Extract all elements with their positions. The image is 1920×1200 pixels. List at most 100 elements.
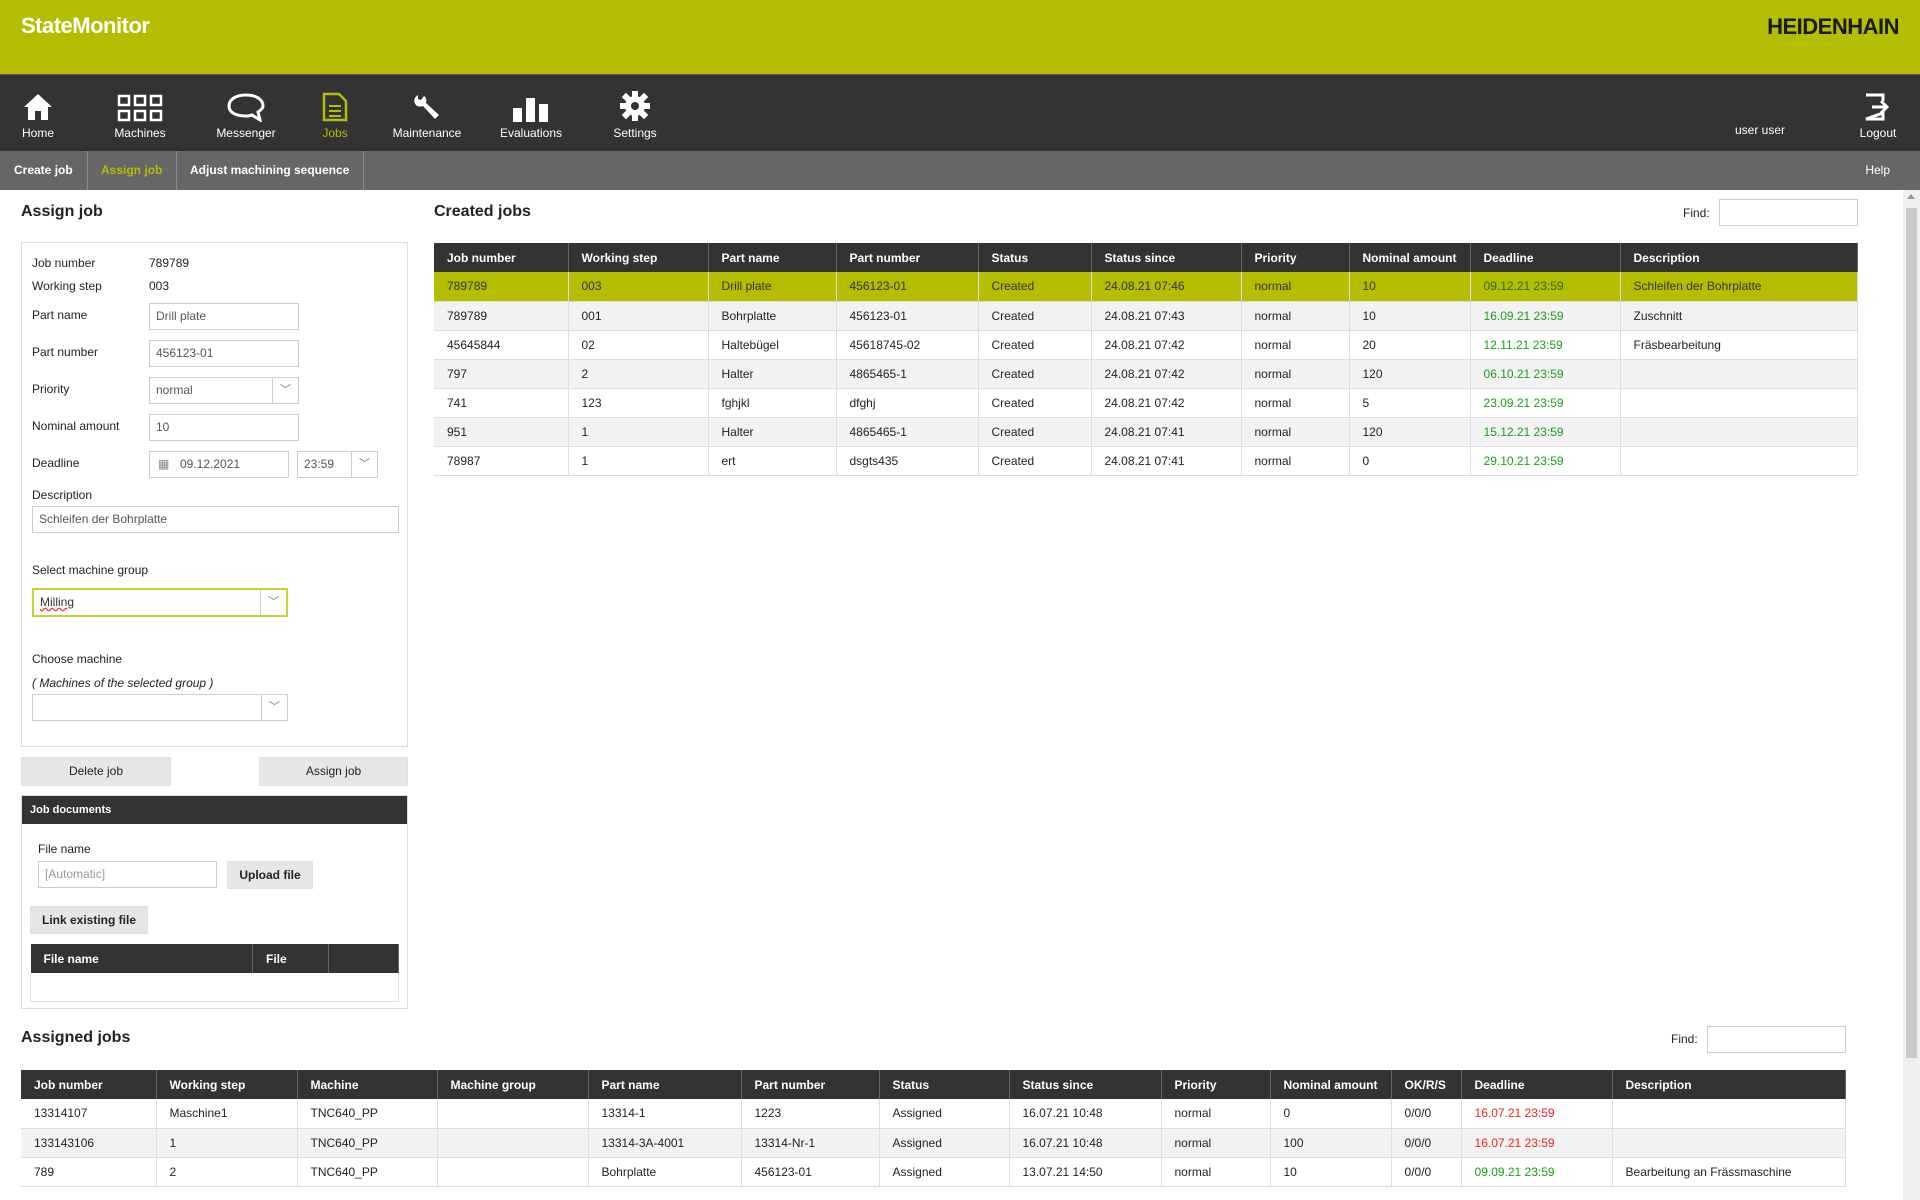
machine-select[interactable]: ﹀ <box>32 694 288 721</box>
column-header[interactable]: Machine group <box>437 1070 589 1099</box>
file-name-input[interactable]: [Automatic] <box>38 861 217 888</box>
table-cell: Schleifen der Bohrplatte <box>1620 272 1859 302</box>
part-number-input[interactable]: 456123-01 <box>149 340 299 367</box>
column-header[interactable]: Status <box>879 1070 1010 1099</box>
priority-label: Priority <box>32 382 70 396</box>
part-name-input[interactable]: Drill plate <box>149 303 299 330</box>
column-header[interactable]: Status since <box>1091 243 1242 272</box>
assigned-find-input[interactable] <box>1707 1026 1846 1053</box>
column-header[interactable]: Nominal amount <box>1349 243 1471 272</box>
column-header[interactable]: OK/R/S <box>1391 1070 1462 1099</box>
column-header[interactable]: Part name <box>588 1070 742 1099</box>
column-header[interactable]: Part number <box>741 1070 880 1099</box>
documents-table: File name File <box>30 944 399 1002</box>
machine-group-select[interactable]: Milling ﹀ <box>32 588 288 617</box>
created-find-input[interactable] <box>1719 199 1858 226</box>
table-cell <box>437 1099 589 1129</box>
table-cell <box>1620 388 1859 418</box>
scroll-up-arrow-icon[interactable] <box>1907 194 1915 199</box>
column-header[interactable]: Nominal amount <box>1270 1070 1392 1099</box>
subnav-adjust-sequence[interactable]: Adjust machining sequence <box>176 151 365 190</box>
grid-icon <box>117 94 163 122</box>
table-row[interactable]: 78987 1 ert dsgts435 Created 24.08.21 07:41 no… <box>434 446 1859 476</box>
assigned-find-label: Find: <box>1671 1032 1698 1046</box>
table-cell: Bearbeitung an Frässmaschine <box>1612 1157 1847 1187</box>
column-header[interactable]: Status since <box>1009 1070 1162 1099</box>
table-cell: 456123-01 <box>836 272 979 302</box>
nav-evaluations[interactable]: Evaluations <box>500 75 562 152</box>
column-header[interactable]: Priority <box>1161 1070 1271 1099</box>
upload-file-button[interactable]: Upload file <box>227 861 313 889</box>
page-scrollbar[interactable] <box>1903 190 1920 1200</box>
column-header[interactable]: Job number <box>21 1070 157 1099</box>
assigned-jobs-title: Assigned jobs <box>21 1029 131 1046</box>
table-cell: 16.09.21 23:59 <box>1470 301 1621 331</box>
table-cell: 09.09.21 23:59 <box>1461 1157 1613 1187</box>
table-row[interactable]: 789789 003 Drill plate 456123-01 Created 24.0… <box>434 272 1859 302</box>
table-cell: Assigned <box>879 1157 1010 1187</box>
table-cell: 4865465-1 <box>836 417 979 447</box>
assign-job-button[interactable]: Assign job <box>259 757 408 786</box>
assign-job-title: Assign job <box>21 203 103 220</box>
column-header[interactable]: Priority <box>1241 243 1350 272</box>
nav-logout[interactable]: Logout <box>1858 75 1898 152</box>
nav-home[interactable]: Home <box>20 75 56 152</box>
table-cell: 456123-01 <box>836 301 979 331</box>
column-header[interactable]: Status <box>978 243 1092 272</box>
nav-jobs[interactable]: Jobs <box>321 75 349 152</box>
column-header[interactable]: Description <box>1620 243 1859 272</box>
nav-maintenance[interactable]: Maintenance <box>392 75 462 152</box>
table-row[interactable]: 45645844 02 Haltebügel 45618745-02 Created 24… <box>434 330 1859 360</box>
table-cell: 001 <box>568 301 709 331</box>
table-row[interactable]: 789789 001 Bohrplatte 456123-01 Created 24.08… <box>434 301 1859 331</box>
table-row[interactable]: 13314107 Maschine1 TNC640_PP 13314-1 1223 Ass… <box>21 1099 1847 1129</box>
table-row[interactable]: 133143106 1 TNC640_PP 13314-3A-4001 13314-Nr… <box>21 1128 1847 1158</box>
table-row[interactable]: 789 2 TNC640_PP Bohrplatte 456123-01 Assigned… <box>21 1157 1847 1187</box>
table-cell: 10 <box>1270 1157 1392 1187</box>
subnav-assign-job[interactable]: Assign job <box>87 151 178 190</box>
deadline-time-select[interactable]: 23:59 ﹀ <box>297 451 378 478</box>
column-header[interactable]: Working step <box>568 243 709 272</box>
table-cell: 13.07.21 14:50 <box>1009 1157 1162 1187</box>
table-row <box>30 973 399 1002</box>
nav-messenger[interactable]: Messenger <box>214 75 278 152</box>
table-cell: 0/0/0 <box>1391 1157 1462 1187</box>
table-cell: 24.08.21 07:42 <box>1091 388 1242 418</box>
table-row[interactable]: 797 2 Halter 4865465-1 Created 24.08.21 07:42… <box>434 359 1859 389</box>
column-header[interactable]: Job number <box>434 243 569 272</box>
deadline-date-input[interactable]: ▦ 09.12.2021 <box>149 451 289 478</box>
column-header[interactable]: Machine <box>297 1070 438 1099</box>
link-existing-file-button[interactable]: Link existing file <box>30 906 148 934</box>
table-cell: Created <box>978 272 1092 302</box>
column-header[interactable]: Description <box>1612 1070 1847 1099</box>
table-cell: TNC640_PP <box>297 1099 438 1129</box>
table-cell: 15.12.21 23:59 <box>1470 417 1621 447</box>
table-cell: 1 <box>568 417 709 447</box>
table-cell: 5 <box>1349 388 1471 418</box>
nav-settings[interactable]: Settings <box>612 75 658 152</box>
table-cell: 24.08.21 07:41 <box>1091 417 1242 447</box>
table-cell: Maschine1 <box>156 1099 298 1129</box>
column-header[interactable]: Deadline <box>1470 243 1621 272</box>
description-input[interactable]: Schleifen der Bohrplatte <box>32 506 399 533</box>
column-header[interactable]: Part name <box>708 243 837 272</box>
table-cell: 003 <box>568 272 709 302</box>
nav-machines[interactable]: Machines <box>112 75 168 152</box>
table-row[interactable]: 951 1 Halter 4865465-1 Created 24.08.21 07:41… <box>434 417 1859 447</box>
column-header[interactable]: Part number <box>836 243 979 272</box>
priority-select[interactable]: normal ﹀ <box>149 377 299 404</box>
column-header[interactable]: Deadline <box>1461 1070 1613 1099</box>
column-header[interactable]: Working step <box>156 1070 298 1099</box>
table-cell: 23.09.21 23:59 <box>1470 388 1621 418</box>
table-row[interactable]: 741 123 fghjkl dfghj Created 24.08.21 07:42 no… <box>434 388 1859 418</box>
job-number-label: Job number <box>32 256 96 270</box>
subnav-create-job[interactable]: Create job <box>0 151 88 190</box>
help-link[interactable]: Help <box>1865 151 1890 190</box>
scrollbar-thumb[interactable] <box>1906 208 1917 1058</box>
delete-job-button[interactable]: Delete job <box>21 757 171 786</box>
machine-group-label: Select machine group <box>32 563 149 577</box>
table-cell: 13314-3A-4001 <box>588 1128 742 1158</box>
table-cell: 741 <box>434 388 569 418</box>
table-cell: dsgts435 <box>836 446 979 476</box>
nominal-amount-input[interactable]: 10 <box>149 414 299 441</box>
